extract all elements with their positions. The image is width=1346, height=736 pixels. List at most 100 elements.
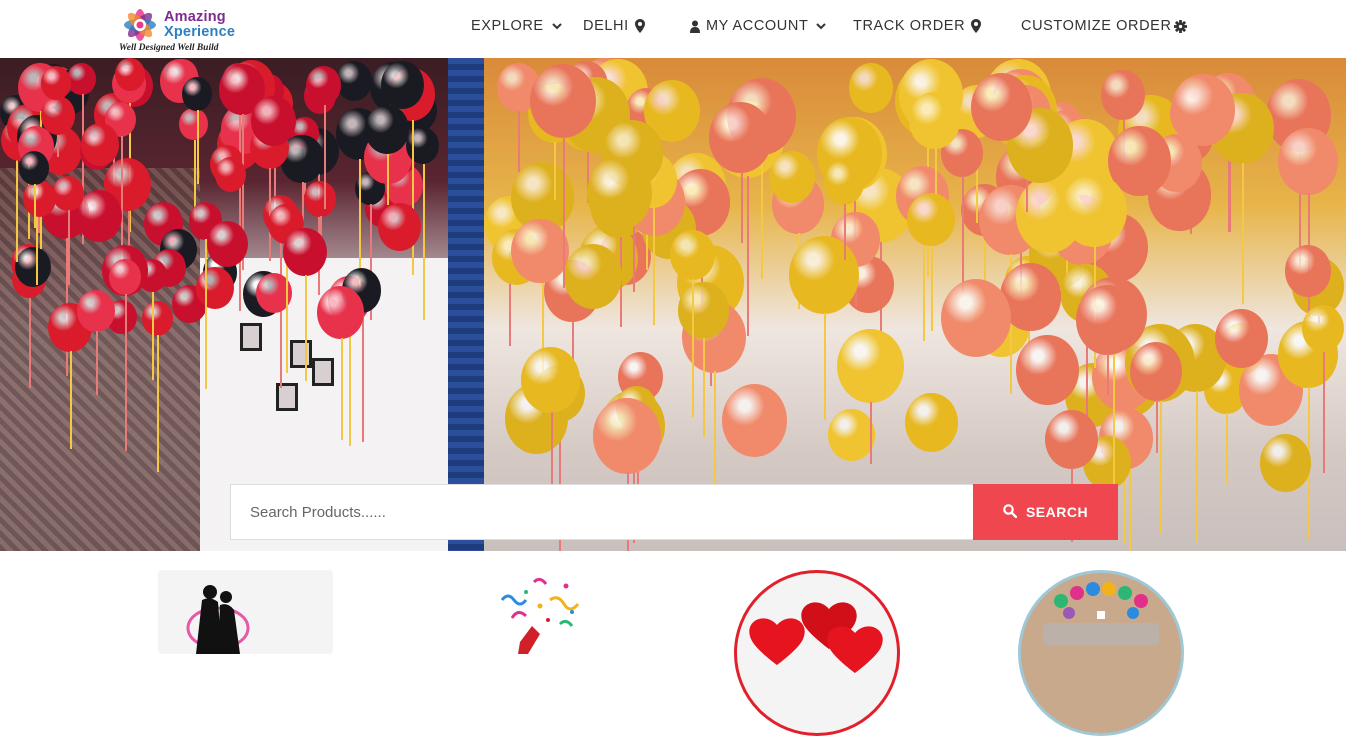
nav-my-account[interactable]: MY ACCOUNT: [690, 16, 828, 36]
balloon: [1278, 127, 1339, 195]
balloon: [837, 328, 904, 404]
settings-icon: [1173, 19, 1187, 33]
balloon: [1016, 335, 1079, 406]
balloon: [141, 300, 174, 337]
search-input[interactable]: [230, 484, 973, 540]
balloon: [52, 175, 84, 211]
balloon: [521, 347, 581, 413]
balloon-ribbon: [411, 119, 414, 276]
hero-photo-left: [0, 58, 484, 551]
balloon-ribbon: [205, 238, 208, 390]
balloon-ribbon: [870, 401, 873, 465]
balloon-ribbon: [1107, 353, 1110, 396]
balloon-ribbon: [1226, 413, 1229, 484]
balloon: [677, 281, 729, 339]
balloon: [909, 92, 961, 150]
nav-track-label: TRACK ORDER: [853, 18, 966, 34]
hero-divider: [448, 58, 484, 551]
user-icon: [690, 20, 700, 33]
nav-city-delhi[interactable]: DELHI: [583, 16, 645, 36]
brand-logo[interactable]: Amazing Xperience Well Designed Well Bui…: [116, 2, 242, 56]
balloon-ribbon: [1241, 162, 1244, 305]
balloon: [1301, 305, 1344, 353]
party-popper-icon: [500, 577, 580, 654]
heart-balloons-icon: [749, 602, 883, 673]
balloon-ribbon: [703, 337, 706, 437]
balloon: [108, 259, 141, 295]
balloon: [381, 61, 425, 109]
nav-explore[interactable]: EXPLORE: [471, 16, 564, 36]
balloon: [335, 60, 373, 102]
balloon: [789, 236, 859, 315]
balloon: [970, 72, 1033, 142]
balloon-ribbon: [349, 322, 352, 447]
category-thumb-party[interactable]: [490, 570, 590, 654]
photo-frame: [240, 323, 262, 351]
balloon: [722, 384, 788, 458]
map-marker-icon: [634, 19, 645, 33]
balloon: [1284, 244, 1332, 298]
search-button-label: SEARCH: [1025, 504, 1089, 520]
balloon: [564, 244, 623, 310]
balloon: [304, 181, 336, 217]
balloon: [823, 159, 865, 206]
balloon-ribbon: [518, 111, 521, 172]
balloon-ribbon: [740, 171, 743, 243]
map-marker-icon: [971, 19, 982, 33]
category-thumb-couple[interactable]: [158, 570, 333, 654]
balloon: [1045, 409, 1098, 469]
balloon-ribbon: [323, 104, 326, 210]
balloon-ribbon: [1156, 400, 1159, 454]
balloon: [306, 66, 341, 106]
search-button[interactable]: SEARCH: [973, 484, 1118, 540]
balloon: [1100, 70, 1145, 120]
balloon-ribbon: [553, 141, 556, 200]
category-thumb-heart-balloons[interactable]: [734, 570, 900, 736]
nav-track-order[interactable]: TRACK ORDER: [853, 16, 982, 36]
balloon-ribbon: [930, 245, 933, 331]
hero-photo-right: [484, 58, 1346, 551]
balloon-ribbon: [550, 411, 553, 494]
balloon: [77, 289, 115, 332]
balloon: [827, 408, 875, 462]
balloon: [1061, 173, 1127, 248]
logo-mark-icon: [124, 9, 156, 41]
balloon-ribbon: [692, 278, 695, 417]
balloon-ribbon: [934, 148, 937, 194]
balloon-ribbon: [823, 312, 826, 421]
balloon: [250, 95, 296, 147]
balloon: [848, 63, 893, 113]
category-thumb-congrats[interactable]: [1018, 570, 1184, 736]
balloon-ribbon: [844, 204, 847, 261]
balloon: [196, 266, 234, 309]
logo-name-line2: Xperience: [164, 24, 236, 40]
chevron-down-icon: [550, 19, 564, 33]
balloon-ribbon: [157, 335, 160, 472]
balloon: [1259, 434, 1312, 492]
balloon: [1214, 309, 1268, 369]
balloon: [81, 123, 119, 166]
balloon: [14, 246, 51, 287]
balloon-ribbon: [387, 153, 390, 206]
search-icon: [1003, 503, 1018, 521]
balloon: [670, 230, 715, 280]
logo-name-line1: Amazing: [164, 9, 226, 25]
balloon: [1129, 341, 1183, 402]
balloon-ribbon: [422, 163, 425, 320]
logo-tagline: Well Designed Well Build: [119, 43, 219, 53]
nav-customize-order[interactable]: CUSTOMIZE ORDER: [1021, 16, 1187, 36]
balloon-ribbon: [562, 137, 565, 288]
congrats-board-icon: [1043, 582, 1159, 645]
balloon-ribbon: [305, 275, 308, 381]
chevron-down-icon: [814, 19, 828, 33]
balloon-ribbon: [1322, 351, 1325, 474]
balloon: [905, 392, 959, 453]
balloon: [586, 156, 653, 231]
balloon: [529, 64, 596, 139]
balloon: [511, 218, 569, 283]
balloon: [1076, 284, 1139, 355]
balloon-ribbon: [196, 110, 199, 185]
nav-explore-label: EXPLORE: [471, 18, 544, 34]
balloon-ribbon: [361, 311, 364, 443]
balloon-ribbon: [29, 297, 32, 389]
